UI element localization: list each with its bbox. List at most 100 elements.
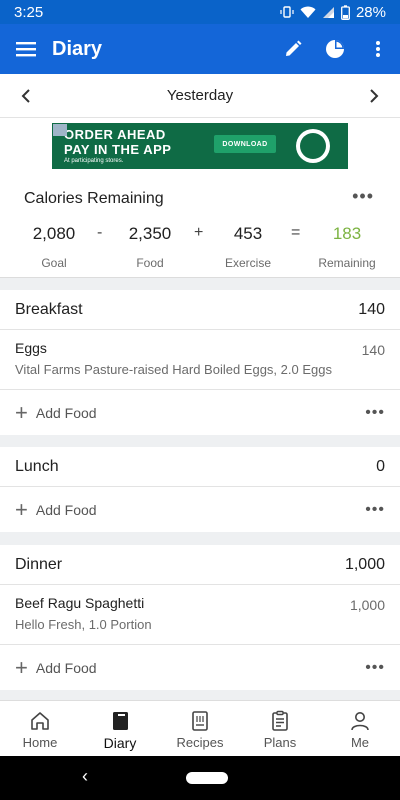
nav-me[interactable]: Me: [320, 701, 400, 756]
battery-icon: [341, 4, 350, 20]
food-value: 2,350: [128, 224, 172, 243]
signal-icon: [322, 6, 334, 18]
nav-recipes[interactable]: Recipes: [160, 701, 240, 756]
diary-icon: [113, 712, 128, 730]
food-name: Eggs: [15, 340, 47, 356]
dinner-header[interactable]: Dinner 1,000: [0, 545, 400, 585]
lunch-section: Lunch 0 + Add Food •••: [0, 447, 400, 532]
ad-container: ORDER AHEAD PAY IN THE APP At participat…: [0, 118, 400, 180]
meal-name: Breakfast: [15, 300, 83, 318]
meal-name: Lunch: [15, 457, 59, 475]
remaining-column: 183 Remaining: [312, 224, 382, 270]
goal-value: 2,080: [32, 224, 76, 243]
battery-percent: 28%: [355, 3, 386, 21]
food-calories: 140: [361, 342, 385, 358]
ad-choices-icon[interactable]: [53, 124, 67, 136]
ad-download-button[interactable]: DOWNLOAD: [214, 135, 276, 153]
status-time: 3:25: [14, 3, 44, 21]
status-bar: 3:25 28%: [0, 0, 400, 24]
person-icon: [351, 712, 369, 731]
food-description: Vital Farms Pasture-raised Hard Boiled E…: [15, 362, 332, 377]
goal-label: Goal: [41, 256, 67, 270]
ad-text: ORDER AHEAD PAY IN THE APP At participat…: [52, 127, 202, 166]
nav-home[interactable]: Home: [0, 701, 80, 756]
system-back-icon[interactable]: ‹: [82, 766, 88, 787]
breakfast-header[interactable]: Breakfast 140: [0, 290, 400, 330]
nav-plans[interactable]: Plans: [240, 701, 320, 756]
breakfast-section: Breakfast 140 Eggs Vital Farms Pasture-r…: [0, 290, 400, 435]
remaining-value: 183: [332, 224, 362, 243]
bottom-navigation: Home Diary Recipes Plans Me: [0, 700, 400, 756]
menu-button[interactable]: [0, 24, 52, 74]
minus-sign: -: [97, 224, 103, 241]
add-food-label: Add Food: [35, 659, 97, 676]
meal-total: 1,000: [344, 555, 385, 573]
exercise-value: 453: [233, 224, 263, 243]
calorie-equation: 2,080 Goal - 2,350 Food + 453 Exercise =…: [0, 224, 400, 274]
nav-label: Home: [22, 735, 58, 750]
calories-more-button[interactable]: •••: [352, 186, 374, 207]
food-name: Beef Ragu Spaghetti: [15, 595, 145, 611]
home-icon: [31, 712, 49, 730]
dinner-add-row: + Add Food •••: [0, 645, 400, 690]
equals-sign: =: [291, 224, 301, 241]
wifi-icon: [300, 6, 316, 18]
remaining-label: Remaining: [318, 256, 376, 270]
dinner-section: Dinner 1,000 Beef Ragu Spaghetti Hello F…: [0, 545, 400, 690]
add-food-label: Add Food: [35, 501, 97, 518]
exercise-label: Exercise: [224, 256, 271, 270]
meal-more-button[interactable]: •••: [365, 501, 385, 519]
plus-icon: +: [15, 399, 28, 425]
system-navigation-bar: ‹: [0, 756, 400, 800]
app-bar: Diary: [0, 24, 400, 74]
exercise-column: 453 Exercise: [216, 224, 280, 270]
hamburger-icon: [16, 42, 36, 57]
plans-icon: [272, 710, 288, 731]
food-item[interactable]: Beef Ragu Spaghetti Hello Fresh, 1.0 Por…: [0, 585, 400, 645]
food-column: 2,350 Food: [118, 224, 182, 270]
breakfast-add-row: + Add Food •••: [0, 390, 400, 435]
meal-more-button[interactable]: •••: [365, 404, 385, 422]
calories-remaining-card: Calories Remaining ••• 2,080 Goal - 2,35…: [0, 180, 400, 278]
system-home-pill[interactable]: [186, 772, 228, 784]
nav-label: Diary: [103, 735, 137, 751]
overflow-menu-button[interactable]: [356, 24, 400, 74]
ad-line3: At participating stores.: [64, 157, 124, 164]
page-title: Diary: [52, 37, 103, 60]
ad-line2: PAY IN THE APP: [64, 141, 172, 157]
date-navigation: Yesterday: [0, 74, 400, 118]
plus-icon: +: [15, 496, 28, 522]
add-food-button[interactable]: + Add Food: [15, 496, 97, 522]
pie-chart-icon: [326, 40, 344, 58]
plus-icon: +: [15, 654, 28, 680]
meal-total: 0: [376, 457, 385, 475]
nav-diary[interactable]: Diary: [80, 701, 160, 756]
ad-banner[interactable]: ORDER AHEAD PAY IN THE APP At participat…: [52, 123, 348, 169]
pencil-icon: [286, 40, 302, 56]
nutrition-chart-button[interactable]: [314, 24, 356, 74]
ad-line1: ORDER AHEAD: [64, 126, 166, 142]
next-day-button[interactable]: [362, 84, 386, 108]
status-icons: 28%: [280, 4, 386, 21]
add-food-label: Add Food: [35, 404, 97, 421]
calories-remaining-title: Calories Remaining: [24, 190, 164, 207]
food-item[interactable]: Eggs Vital Farms Pasture-raised Hard Boi…: [0, 330, 400, 390]
nav-label: Me: [350, 735, 370, 750]
nav-label: Plans: [263, 735, 297, 750]
more-vertical-icon: [376, 41, 380, 57]
ad-logo-icon: [296, 129, 330, 163]
lunch-add-row: + Add Food •••: [0, 487, 400, 532]
add-food-button[interactable]: + Add Food: [15, 654, 97, 680]
food-description: Hello Fresh, 1.0 Portion: [15, 617, 152, 632]
vibrate-icon: [280, 6, 294, 18]
add-food-button[interactable]: + Add Food: [15, 399, 97, 425]
edit-button[interactable]: [272, 24, 314, 74]
plus-sign: +: [194, 224, 204, 241]
chevron-left-icon: [21, 88, 30, 103]
recipes-icon: [192, 711, 208, 731]
meal-more-button[interactable]: •••: [365, 659, 385, 677]
goal-column: 2,080 Goal: [22, 224, 86, 270]
current-date-label[interactable]: Yesterday: [167, 87, 233, 104]
previous-day-button[interactable]: [14, 84, 38, 108]
lunch-header[interactable]: Lunch 0: [0, 447, 400, 487]
